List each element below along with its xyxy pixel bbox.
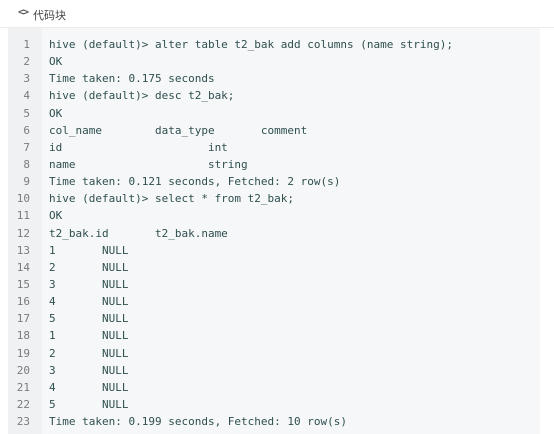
- line-text: Time taken: 0.175 seconds: [49, 72, 215, 86]
- line-number: 2: [23, 55, 30, 69]
- line-number: 3: [23, 72, 30, 86]
- line-text: id int: [49, 140, 228, 154]
- line-text: 3 NULL: [49, 277, 129, 291]
- code-line: 1 hive (default)> alter table t2_bak add …: [8, 36, 540, 53]
- line-text: OK: [49, 106, 63, 120]
- code-content[interactable]: 1 hive (default)> alter table t2_bak add …: [8, 28, 540, 434]
- line-text: 2 NULL: [49, 260, 129, 274]
- line-number: 6: [23, 123, 30, 137]
- line-text: t2_bak.id t2_bak.name: [49, 226, 228, 240]
- code-line: 4 hive (default)> desc t2_bak;: [8, 87, 540, 104]
- code-line: 19 2 NULL: [8, 345, 540, 362]
- line-number: 4: [23, 89, 30, 103]
- code-line: 8 name string: [8, 156, 540, 173]
- line-number: 13: [16, 243, 30, 257]
- line-text: 4 NULL: [49, 380, 129, 394]
- code-line: 21 4 NULL: [8, 379, 540, 396]
- line-number: 23: [16, 415, 30, 429]
- line-text: Time taken: 0.121 seconds, Fetched: 2 ro…: [49, 175, 341, 189]
- code-block-header: <> 代码块: [0, 0, 554, 28]
- line-number: 7: [23, 140, 30, 154]
- code-icon: <>: [18, 7, 29, 18]
- line-number: 18: [16, 329, 30, 343]
- code-line: 17 5 NULL: [8, 310, 540, 327]
- line-number: 16: [16, 295, 30, 309]
- line-number: 19: [16, 346, 30, 360]
- line-number: 5: [23, 106, 30, 120]
- line-text: 2 NULL: [49, 346, 129, 360]
- code-line: 6 col_name data_type comment: [8, 122, 540, 139]
- line-text: Time taken: 0.199 seconds, Fetched: 10 r…: [49, 415, 348, 429]
- code-line: 5 OK: [8, 105, 540, 122]
- code-line: 2 OK: [8, 53, 540, 70]
- line-number: 20: [16, 363, 30, 377]
- code-block: <> 代码块 1 hive (default)> alter table t2_b…: [0, 0, 554, 434]
- line-number: 10: [16, 192, 30, 206]
- line-text: 1 NULL: [49, 243, 129, 257]
- line-text: OK: [49, 55, 63, 69]
- code-lines: 1 hive (default)> alter table t2_bak add …: [8, 36, 540, 430]
- code-line: 20 3 NULL: [8, 362, 540, 379]
- line-number: 11: [16, 209, 30, 223]
- code-line: 12 t2_bak.id t2_bak.name: [8, 225, 540, 242]
- line-text: name string: [49, 157, 248, 171]
- line-number: 12: [16, 226, 30, 240]
- line-text: 4 NULL: [49, 295, 129, 309]
- line-number: 1: [23, 38, 30, 51]
- code-line: 23 Time taken: 0.199 seconds, Fetched: 10…: [8, 413, 540, 430]
- code-line: 13 1 NULL: [8, 242, 540, 259]
- code-line: 18 1 NULL: [8, 327, 540, 344]
- line-number: 15: [16, 277, 30, 291]
- line-text: 1 NULL: [49, 329, 129, 343]
- line-text: OK: [49, 209, 63, 223]
- line-text: hive (default)> desc t2_bak;: [49, 89, 235, 103]
- code-line: 14 2 NULL: [8, 259, 540, 276]
- line-text: 3 NULL: [49, 363, 129, 377]
- line-number: 22: [16, 397, 30, 411]
- line-number: 9: [23, 175, 30, 189]
- line-number: 14: [16, 260, 30, 274]
- code-block-label: 代码块: [33, 9, 66, 22]
- code-line: 11 OK: [8, 207, 540, 224]
- line-text: hive (default)> alter table t2_bak add c…: [49, 38, 453, 51]
- line-text: hive (default)> select * from t2_bak;: [49, 192, 295, 206]
- line-number: 17: [16, 312, 30, 326]
- code-line: 3 Time taken: 0.175 seconds: [8, 70, 540, 87]
- code-line: 9 Time taken: 0.121 seconds, Fetched: 2 r…: [8, 173, 540, 190]
- line-text: 5 NULL: [49, 397, 129, 411]
- line-text: col_name data_type comment: [49, 123, 308, 137]
- line-number: 21: [16, 380, 30, 394]
- code-line: 16 4 NULL: [8, 293, 540, 310]
- code-line: 15 3 NULL: [8, 276, 540, 293]
- code-line: 7 id int: [8, 139, 540, 156]
- line-number: 8: [23, 157, 30, 171]
- code-line: 22 5 NULL: [8, 396, 540, 413]
- code-line: 10 hive (default)> select * from t2_bak;: [8, 190, 540, 207]
- line-text: 5 NULL: [49, 312, 129, 326]
